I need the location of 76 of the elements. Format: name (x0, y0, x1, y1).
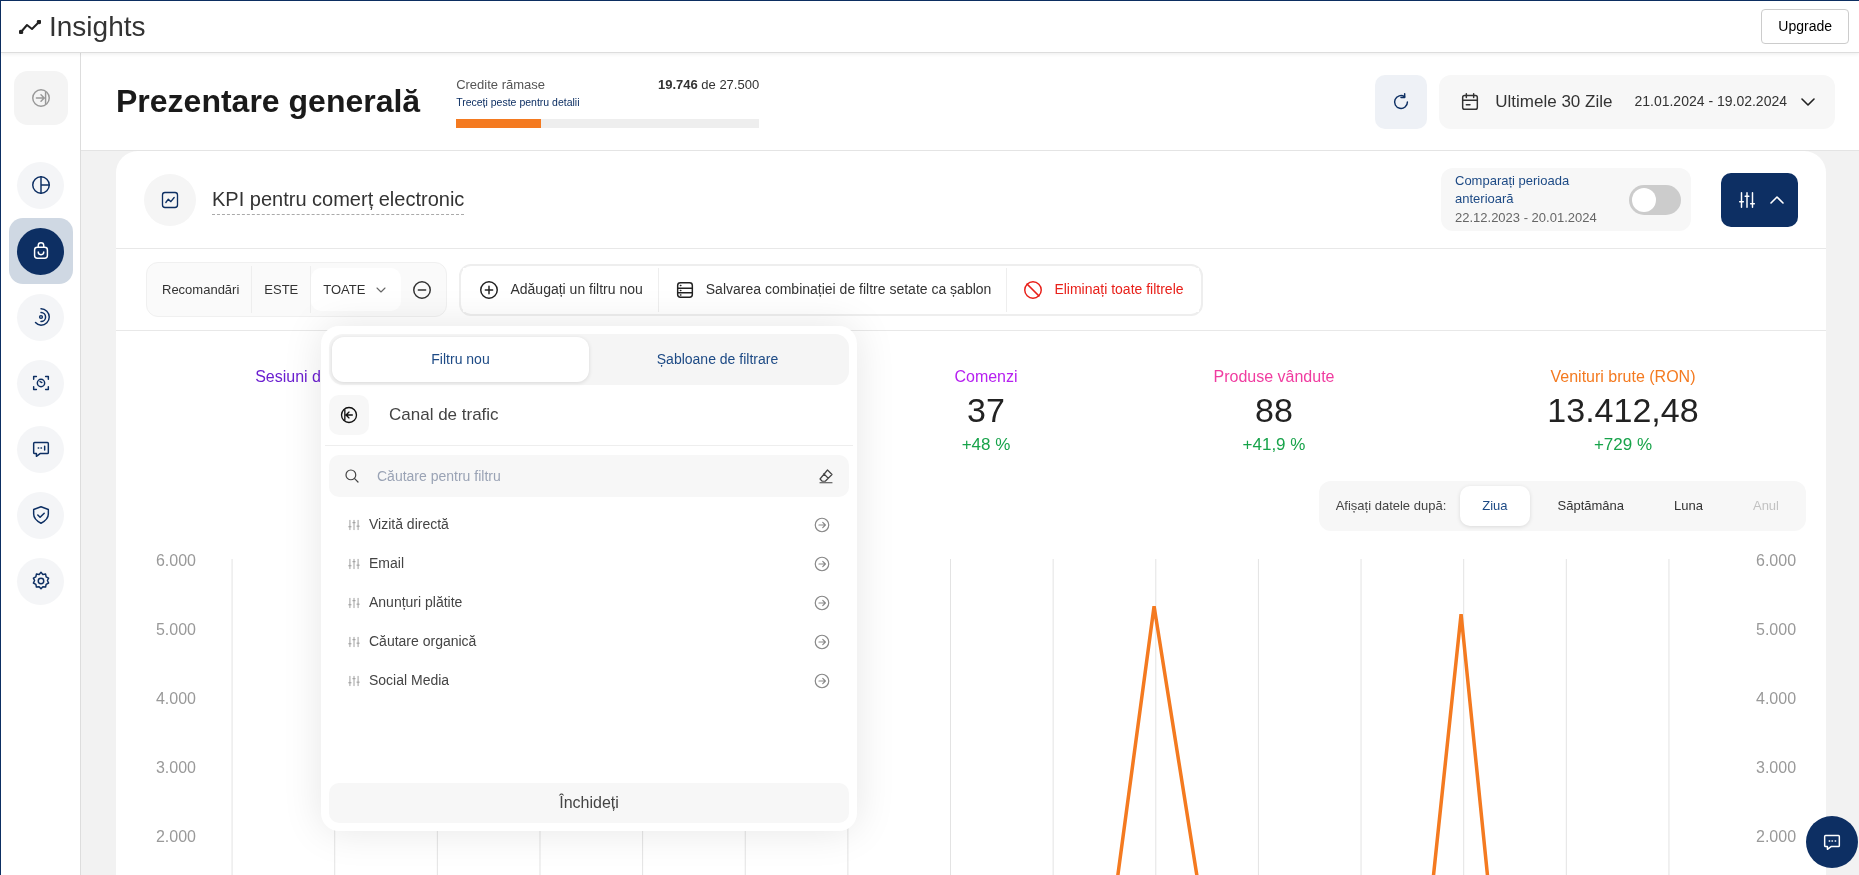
search-icon (343, 467, 361, 485)
upgrade-button[interactable]: Upgrade (1761, 9, 1849, 44)
arrow-right-circle-icon (29, 87, 52, 109)
axis-label: 2.000 (155, 826, 196, 847)
compare-range: 22.12.2023 - 20.01.2024 (1455, 208, 1598, 227)
sliders-icon (347, 556, 361, 571)
filter-panel-button[interactable] (1721, 172, 1798, 227)
app-title: Insights (49, 9, 146, 44)
kpi-label: Produse vândute (1212, 367, 1336, 387)
refresh-button[interactable] (1375, 74, 1428, 129)
search-input[interactable]: Căutare pentru filtru (375, 464, 803, 488)
sliders-icon (347, 634, 361, 649)
filter-field: Recomandări (150, 265, 253, 314)
axis-label: 5.000 (1756, 619, 1797, 640)
filter-option[interactable]: Anunțuri plătite (329, 583, 849, 622)
page-title: Prezentare generală (116, 82, 421, 121)
kpi-change: +48 % (960, 433, 1012, 456)
arrow-right-circle-icon (813, 632, 831, 651)
back-arrow-circle-icon (339, 405, 359, 425)
sidebar-toggle-button[interactable] (13, 71, 68, 125)
axis-label: 3.000 (1756, 757, 1797, 778)
minus-circle-icon (411, 278, 434, 301)
prohibited-icon (1022, 278, 1045, 301)
axis-label: 5.000 (155, 619, 196, 640)
dropdown-tab[interactable]: Filtru nou (332, 337, 589, 382)
kpi-label: Sesiuni d (254, 367, 321, 387)
filter-option[interactable]: Social Media (329, 661, 849, 700)
kpi-value: 88 (1254, 390, 1294, 431)
back-button[interactable] (329, 395, 369, 435)
close-button[interactable]: Închideți (329, 783, 849, 823)
filter-option[interactable]: Căutare organică (329, 622, 849, 661)
sliders-icon (347, 517, 361, 532)
arrow-right-circle-icon (813, 593, 831, 612)
filter-value-select[interactable]: TOATE (311, 267, 402, 312)
arrow-right-circle-icon (813, 554, 831, 573)
axis-label: 2.000 (1756, 826, 1797, 847)
axis-label: 6.000 (155, 550, 196, 571)
date-range-dropdown[interactable]: Ultimele 30 Zile 21.01.2024 - 19.02.2024 (1439, 74, 1835, 129)
compare-label: Comparați perioada anterioară (1455, 171, 1571, 208)
credits-amount: 19.746 de 27.500 (657, 76, 760, 95)
search-field[interactable]: Căutare pentru filtru (329, 455, 849, 497)
credits-hint: Treceți peste pentru detalii (456, 94, 580, 110)
chevron-down-icon (1801, 97, 1815, 106)
card-title[interactable]: KPI pentru comerț electronic (212, 184, 465, 215)
group-by-option[interactable]: Luna (1652, 486, 1725, 526)
kpi-value: 37 (966, 390, 1006, 431)
axis-label: 3.000 (155, 757, 196, 778)
filter-option[interactable]: Email (329, 544, 849, 583)
add-filter-button[interactable]: Adăugați un filtru nou (463, 267, 659, 312)
plus-circle-icon (478, 278, 501, 301)
arrow-right-circle-icon (813, 515, 831, 534)
credits-label: Credite rămase (456, 76, 547, 95)
sidebar-item[interactable] (8, 218, 73, 284)
pie-chart-icon (29, 174, 52, 196)
filter-option[interactable]: Vizită directă (329, 505, 849, 544)
group-by-label: Afișați datele după: (1334, 497, 1448, 515)
eraser-icon (817, 467, 835, 485)
group-by-option[interactable]: Ziua (1460, 486, 1530, 526)
arrow-right-circle-icon (813, 671, 831, 690)
chevron-up-icon (1769, 195, 1784, 204)
sliders-icon (347, 595, 361, 610)
category-title: Canal de trafic (389, 404, 499, 427)
axis-label: 4.000 (1756, 688, 1797, 709)
sliders-icon (347, 673, 361, 688)
axis-label: 6.000 (1756, 550, 1797, 571)
axis-label: 4.000 (155, 688, 196, 709)
kpi-value: 13.412,48 (1546, 390, 1700, 431)
kpi-change: +41,9 % (1241, 433, 1307, 456)
kpi-label: Comenzi (953, 367, 1019, 387)
line-chart-icon (160, 189, 180, 210)
group-by-option[interactable]: Săptămâna (1535, 486, 1647, 526)
kpi-change: +729 % (1592, 433, 1654, 456)
dropdown-tab[interactable]: Șabloane de filtrare (589, 337, 846, 382)
compare-toggle[interactable] (1629, 184, 1681, 215)
trend-line-icon (19, 19, 41, 34)
kpi-label: Venituri brute (RON) (1549, 367, 1697, 387)
